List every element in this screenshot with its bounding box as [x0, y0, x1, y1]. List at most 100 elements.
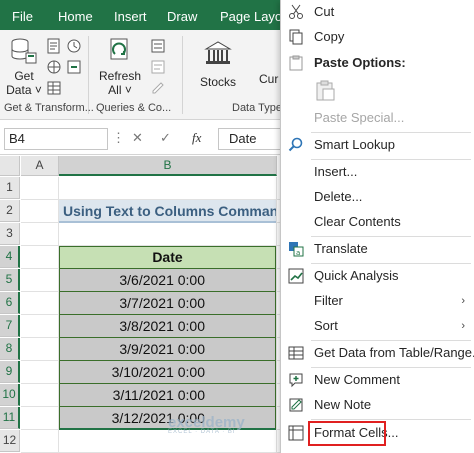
translate-label: Translate [314, 241, 368, 256]
cancel-entry-button[interactable]: ✕ [132, 130, 143, 146]
date-header-cell[interactable]: Date [59, 246, 276, 269]
select-all-corner[interactable] [0, 156, 20, 176]
date-cell[interactable]: 3/11/2021 0:00 [59, 384, 276, 407]
stocks-label: Stocks [199, 75, 236, 89]
paste-options-label: Paste Options: [314, 55, 406, 70]
new-note-icon [289, 398, 303, 412]
date-cell[interactable]: 3/8/2021 0:00 [59, 315, 276, 338]
svg-text:a: a [296, 249, 300, 257]
get-data-label-1: Get [14, 69, 34, 83]
row-header-4[interactable]: 4 [0, 246, 20, 268]
queries-connections-icon[interactable] [150, 38, 166, 54]
menu-item-insert[interactable]: Insert... [281, 160, 474, 184]
chevron-right-icon: › [461, 320, 465, 332]
row-header-7[interactable]: 7 [0, 315, 20, 337]
menu-item-delete[interactable]: Delete... [281, 185, 474, 209]
insert-function-button[interactable]: fx [192, 130, 201, 146]
row-header-5[interactable]: 5 [0, 269, 20, 291]
menu-item-translate[interactable]: a Translate [281, 237, 474, 261]
tab-file[interactable]: File [12, 9, 33, 24]
menu-item-sort[interactable]: Sort › [281, 314, 474, 338]
row-header-1[interactable]: 1 [0, 177, 20, 199]
chevron-right-icon: › [461, 295, 465, 307]
copy-icon [289, 29, 303, 45]
smart-lookup-label: Smart Lookup [314, 137, 395, 152]
from-text-icon[interactable] [46, 38, 62, 54]
row-header-6[interactable]: 6 [0, 292, 20, 314]
bank-icon [204, 41, 232, 64]
menu-item-get-data-table[interactable]: Get Data from Table/Range... [281, 341, 474, 365]
tab-page-layout[interactable]: Page Layou [220, 9, 289, 24]
refresh-label-1: Refresh [98, 69, 142, 83]
group-get-transform: Get & Transform... [4, 102, 94, 114]
get-data-label-2: Data ˅ [6, 83, 42, 97]
menu-item-paste-options: Paste Options: [281, 51, 474, 75]
new-comment-label: New Comment [314, 372, 400, 387]
get-data-table-label: Get Data from Table/Range... [314, 345, 474, 360]
table-icon [288, 346, 304, 360]
currencies-label: Cur [259, 72, 279, 86]
group-data-types: Data Type [232, 102, 282, 114]
row-header-10[interactable]: 10 [0, 384, 20, 406]
from-table-icon[interactable] [46, 80, 62, 96]
delete-label: Delete... [314, 189, 363, 204]
scissors-icon [289, 4, 303, 19]
quick-analysis-icon [288, 268, 304, 284]
watermark-tagline: EXCEL · DATA · BI [168, 429, 236, 435]
paste-special-label: Paste Special... [314, 110, 405, 125]
recent-sources-icon[interactable] [66, 38, 82, 54]
column-header-a[interactable]: A [21, 156, 59, 176]
menu-item-paste-special: Paste Special... [281, 106, 474, 130]
cut-label: Cut [314, 4, 335, 19]
tab-draw[interactable]: Draw [167, 9, 197, 24]
menu-item-smart-lookup[interactable]: Smart Lookup [281, 133, 474, 157]
menu-separator [311, 419, 471, 420]
tab-insert[interactable]: Insert [114, 9, 147, 24]
database-icon [11, 38, 37, 64]
edit-links-icon[interactable] [150, 80, 166, 96]
menu-item-copy[interactable]: Copy [281, 25, 474, 49]
refresh-label-2: All ˅ [108, 83, 132, 97]
properties-icon[interactable] [150, 59, 166, 75]
row-header-12[interactable]: 12 [0, 430, 20, 452]
new-comment-icon [289, 373, 303, 388]
menu-item-new-note[interactable]: New Note [281, 393, 474, 417]
tab-home[interactable]: Home [58, 9, 93, 24]
format-cells-highlight [308, 421, 386, 446]
row-header-2[interactable]: 2 [0, 200, 20, 222]
date-cell[interactable]: 3/7/2021 0:00 [59, 292, 276, 315]
enter-button[interactable]: ✓ [160, 130, 171, 146]
sort-label: Sort [314, 318, 338, 333]
clear-contents-label: Clear Contents [314, 214, 401, 229]
gridline [276, 177, 277, 453]
row-header-9[interactable]: 9 [0, 361, 20, 383]
date-cell[interactable]: 3/6/2021 0:00 [59, 269, 276, 292]
existing-connections-icon[interactable] [66, 59, 82, 75]
row-header-11[interactable]: 11 [0, 407, 20, 429]
refresh-all-button[interactable]: Refresh All ˅ [98, 36, 142, 97]
sheet-title-cell[interactable]: Using Text to Columns Command [59, 200, 276, 223]
menu-item-cut[interactable]: Cut [281, 0, 474, 24]
group-queries-connections: Queries & Co... [96, 102, 172, 114]
kebab-icon: ⋮ [112, 130, 125, 145]
menu-item-new-comment[interactable]: New Comment [281, 368, 474, 392]
copy-label: Copy [314, 29, 345, 44]
stocks-button[interactable]: Stocks [196, 40, 240, 89]
search-icon [288, 137, 303, 152]
get-data-button[interactable]: Get Data ˅ [6, 36, 42, 97]
refresh-icon [110, 38, 128, 60]
row-header-8[interactable]: 8 [0, 338, 20, 360]
menu-item-clear-contents[interactable]: Clear Contents [281, 210, 474, 234]
quick-analysis-label: Quick Analysis [314, 268, 399, 283]
menu-item-filter[interactable]: Filter › [281, 289, 474, 313]
paste-icon[interactable] [315, 80, 337, 102]
translate-icon: a [289, 242, 304, 257]
date-cell[interactable]: 3/9/2021 0:00 [59, 338, 276, 361]
column-header-b[interactable]: B [59, 156, 277, 176]
name-box[interactable]: B4 [4, 128, 108, 150]
row-header-3[interactable]: 3 [0, 223, 20, 245]
date-cell[interactable]: 3/10/2021 0:00 [59, 361, 276, 384]
menu-item-quick-analysis[interactable]: Quick Analysis [281, 264, 474, 288]
from-web-icon[interactable] [46, 59, 62, 75]
currencies-button[interactable]: Cur [259, 72, 279, 86]
